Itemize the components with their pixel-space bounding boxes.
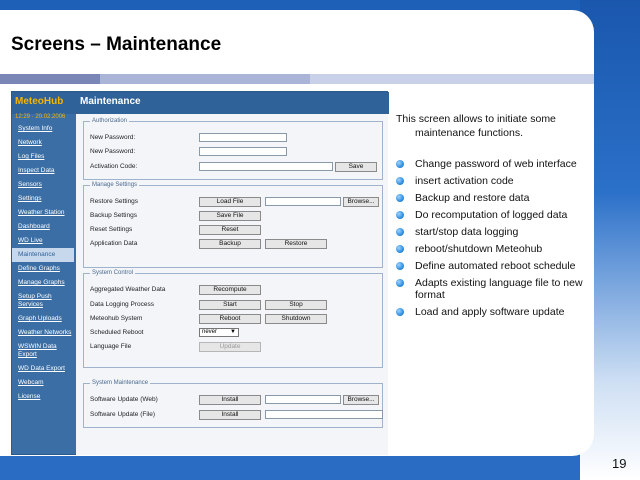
page-number: 19 (612, 456, 627, 471)
activation-code-input[interactable] (199, 162, 333, 171)
list-item: Do recomputation of logged data (396, 209, 586, 221)
reset-button[interactable]: Reset (199, 225, 261, 235)
list-item: insert activation code (396, 175, 586, 187)
start-button[interactable]: Start (199, 300, 261, 310)
meteohub-system-label: Meteohub System (90, 315, 143, 322)
app-page-title: Maintenance (80, 96, 141, 107)
shutdown-button[interactable]: Shutdown (265, 314, 327, 324)
bullet-icon (396, 228, 404, 236)
bullet-icon (396, 308, 404, 316)
manage-settings-section: Manage Settings Restore Settings Load Fi… (83, 182, 383, 268)
intro-text: This screen allows to initiate some main… (396, 112, 586, 140)
app-content: Authorization New Password: New Password… (76, 114, 388, 455)
bullet-icon (396, 262, 404, 270)
app-sidebar: System Info Network Log Files Inspect Da… (12, 122, 74, 404)
system-maintenance-legend: System Maintenance (92, 380, 149, 386)
app-datetime: 12:29 · 20.02.2006 (15, 114, 66, 120)
browse-update-button[interactable]: Browse... (343, 395, 379, 405)
reset-settings-label: Reset Settings (90, 226, 133, 233)
system-control-section: System Control Aggregated Weather Data R… (83, 270, 383, 368)
nav-wd-data-export[interactable]: WD Data Export (12, 362, 74, 376)
restore-file-input[interactable] (265, 197, 341, 206)
new-password-confirm-label: New Password: (90, 148, 136, 155)
intro-line-1: This screen allows to initiate some (396, 113, 556, 125)
list-item: Change password of web interface (396, 158, 586, 170)
nav-define-graphs[interactable]: Define Graphs (12, 262, 74, 276)
update-button[interactable]: Update (199, 342, 261, 352)
backup-button[interactable]: Backup (199, 239, 261, 249)
system-control-legend: System Control (92, 270, 134, 276)
nav-settings[interactable]: Settings (12, 192, 74, 206)
nav-sensors[interactable]: Sensors (12, 178, 74, 192)
list-item: start/stop data logging (396, 226, 586, 238)
nav-weather-networks[interactable]: Weather Networks (12, 326, 74, 340)
scheduled-reboot-label: Scheduled Reboot (90, 329, 144, 336)
application-data-label: Application Data (90, 240, 138, 247)
install-file-button[interactable]: Install (199, 410, 261, 420)
software-update-web-label: Software Update (Web) (90, 396, 158, 403)
stop-button[interactable]: Stop (265, 300, 327, 310)
system-maintenance-section: System Maintenance Software Update (Web)… (83, 380, 383, 428)
load-file-button[interactable]: Load File (199, 197, 261, 207)
nav-network[interactable]: Network (12, 136, 74, 150)
slide: Screens – Maintenance MeteoHub Maintenan… (0, 10, 594, 456)
list-item: Backup and restore data (396, 192, 586, 204)
reboot-button[interactable]: Reboot (199, 314, 261, 324)
list-item: Load and apply software update (396, 306, 586, 318)
update-web-input[interactable] (265, 395, 341, 404)
browse-button[interactable]: Browse... (343, 197, 379, 207)
data-logging-process-label: Data Logging Process (90, 301, 154, 308)
new-password-confirm-input[interactable] (199, 147, 287, 156)
authorization-legend: Authorization (92, 118, 128, 124)
aggregated-weather-data-label: Aggregated Weather Data (90, 286, 166, 293)
slide-title: Screens – Maintenance (11, 34, 222, 55)
list-item: Adapts existing language file to new for… (396, 277, 586, 301)
save-file-button[interactable]: Save File (199, 211, 261, 221)
bullet-icon (396, 194, 404, 202)
app-header: MeteoHub Maintenance (12, 92, 389, 114)
nav-inspect-data[interactable]: Inspect Data (12, 164, 74, 178)
app-screenshot: MeteoHub Maintenance 12:29 · 20.02.2006 … (11, 91, 389, 455)
bullet-icon (396, 160, 404, 168)
nav-dashboard[interactable]: Dashboard (12, 220, 74, 234)
manage-settings-legend: Manage Settings (92, 182, 138, 188)
scheduled-reboot-select[interactable]: never ▼ (199, 328, 239, 337)
install-web-button[interactable]: Install (199, 395, 261, 405)
language-file-label: Language File (90, 343, 132, 350)
scheduled-reboot-value: never (202, 329, 218, 335)
list-item: reboot/shutdown Meteohub (396, 243, 586, 255)
new-password-label: New Password: (90, 134, 136, 141)
bullet-icon (396, 245, 404, 253)
nav-log-files[interactable]: Log Files (12, 150, 74, 164)
nav-license[interactable]: License (12, 390, 74, 404)
bullet-icon (396, 177, 404, 185)
update-file-input[interactable] (265, 410, 383, 419)
activation-code-label: Activation Code: (90, 163, 138, 170)
nav-webcam[interactable]: Webcam (12, 376, 74, 390)
list-item: Define automated reboot schedule (396, 260, 586, 272)
nav-manage-graphs[interactable]: Manage Graphs (12, 276, 74, 290)
nav-wswin-data-export[interactable]: WSWIN Data Export (12, 340, 74, 362)
nav-graph-uploads[interactable]: Graph Uploads (12, 312, 74, 326)
bullet-icon (396, 279, 404, 287)
recompute-button[interactable]: Recompute (199, 285, 261, 295)
app-logo: MeteoHub (15, 96, 64, 107)
nav-weather-station[interactable]: Weather Station (12, 206, 74, 220)
backup-settings-label: Backup Settings (90, 212, 137, 219)
authorization-section: Authorization New Password: New Password… (83, 118, 383, 180)
title-divider (0, 74, 594, 84)
save-button[interactable]: Save (335, 162, 377, 172)
nav-wd-live[interactable]: WD Live (12, 234, 74, 248)
intro-line-2: maintenance functions. (415, 127, 523, 139)
restore-button[interactable]: Restore (265, 239, 327, 249)
nav-system-info[interactable]: System Info (12, 122, 74, 136)
nav-maintenance[interactable]: Maintenance (12, 248, 74, 262)
feature-list: Change password of web interface insert … (396, 158, 586, 323)
restore-settings-label: Restore Settings (90, 198, 139, 205)
chevron-down-icon: ▼ (230, 329, 236, 335)
nav-setup-push-services[interactable]: Setup Push Services (12, 290, 74, 312)
software-update-file-label: Software Update (File) (90, 411, 156, 418)
bullet-icon (396, 211, 404, 219)
new-password-input[interactable] (199, 133, 287, 142)
